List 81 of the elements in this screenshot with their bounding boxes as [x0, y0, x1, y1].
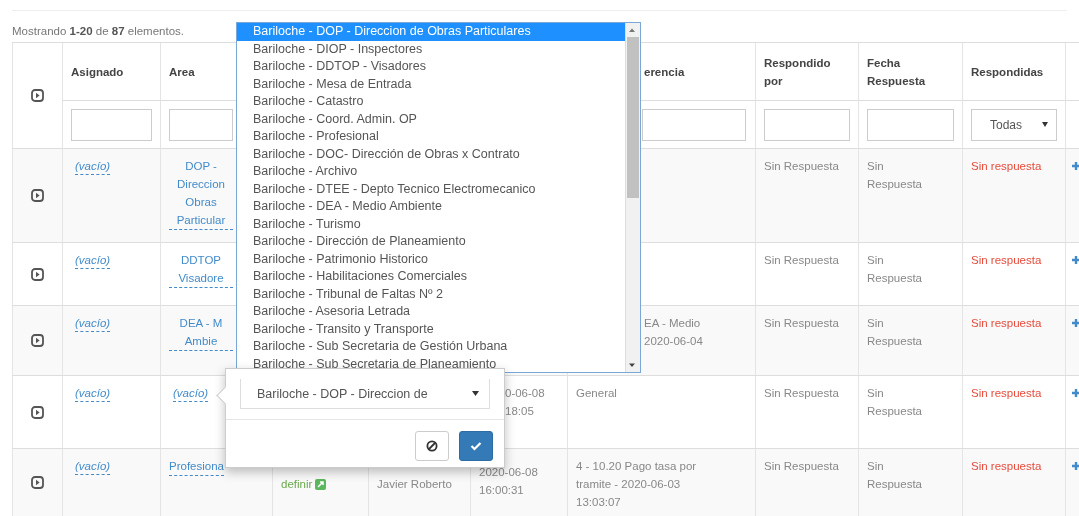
plus-icon[interactable] — [1072, 319, 1079, 327]
status-text: Sin respuesta — [971, 160, 1042, 172]
column-header: erencia — [644, 64, 685, 80]
cell-text: EA - Medio 2020-06-04 — [644, 316, 704, 349]
cell-text: Sin Respuesta — [764, 253, 840, 268]
expand-icon[interactable] — [31, 189, 44, 202]
dropdown-option[interactable]: Bariloche - Profesional — [237, 128, 625, 146]
expand-icon[interactable] — [31, 89, 44, 102]
filter-field[interactable] — [71, 108, 152, 141]
filter-field[interactable] — [764, 108, 850, 141]
plus-icon[interactable] — [1072, 389, 1079, 397]
area-link[interactable]: DDTOP Visadore — [169, 251, 233, 288]
dropdown-option[interactable]: Bariloche - Dirección de Planeamiento — [237, 233, 625, 251]
expand-icon[interactable] — [31, 405, 44, 419]
check-icon — [470, 440, 482, 451]
caret-icon — [1042, 122, 1048, 127]
empty-value-link[interactable]: (vacío) — [173, 386, 209, 402]
cell-text: Sin Respuesta — [764, 316, 840, 331]
area-link[interactable]: Profesiona — [169, 457, 224, 476]
column-header: Asignado — [71, 64, 124, 80]
filter-field[interactable] — [642, 108, 746, 141]
empty-value-link[interactable]: (vacío) — [75, 253, 111, 269]
dropdown-option[interactable]: Bariloche - DEA - Medio Ambiente — [237, 198, 625, 216]
area-select[interactable]: Bariloche - DOP - Direccion de — [240, 379, 490, 409]
cell-text: Sin Respuesta — [867, 459, 923, 492]
column-header: Respondido por — [764, 55, 832, 89]
plus-icon[interactable] — [1072, 162, 1079, 170]
cell-text: 0-06-08 18:05 — [505, 386, 546, 419]
expand-icon[interactable] — [31, 267, 44, 281]
dropdown-option[interactable]: Bariloche - DDTOP - Visadores — [237, 58, 625, 76]
dropdown-option[interactable]: Bariloche - DIOP - Inspectores — [237, 40, 625, 58]
expand-icon[interactable] — [31, 476, 44, 489]
expand-icon[interactable] — [31, 334, 44, 347]
cancel-icon — [426, 439, 438, 452]
status-text: Sin respuesta — [971, 254, 1042, 266]
dropdown-option[interactable]: Bariloche - Sub Secretaria de Gestión Urbana — [237, 338, 625, 356]
plus-icon[interactable] — [1072, 256, 1079, 264]
column-header: Fecha Respuesta — [867, 55, 927, 89]
cancel-button[interactable] — [415, 430, 449, 461]
filter-select[interactable]: Todas — [971, 108, 1057, 141]
cell-text: Sin Respuesta — [764, 159, 840, 174]
plus-icon[interactable] — [1072, 462, 1079, 470]
dropdown-option[interactable]: Bariloche - Turismo — [237, 215, 625, 233]
results-summary: Mostrando 1-20 de 87 elementos. — [12, 25, 184, 39]
empty-value-link[interactable]: (vacío) — [75, 386, 111, 402]
status-text: Sin respuesta — [971, 387, 1042, 399]
caret-icon — [472, 391, 479, 396]
column-header: Area — [169, 64, 195, 80]
scrollbar[interactable] — [625, 23, 640, 372]
empty-value-link[interactable]: (vacío) — [75, 459, 111, 475]
dropdown-option[interactable]: Bariloche - DTEE - Depto Tecnico Electromecanico — [237, 180, 625, 198]
dropdown-option[interactable]: Bariloche - Mesa de Entrada — [237, 75, 625, 93]
dropdown-option[interactable]: Bariloche - Sub Secretaria de Planeamiento — [237, 355, 625, 372]
cell-text: Sin Respuesta — [764, 459, 840, 474]
empty-value-link[interactable]: (vacío) — [75, 316, 111, 332]
dropdown-option[interactable]: Bariloche - Tribunal de Faltas Nº 2 — [237, 285, 625, 303]
dropdown-option[interactable]: Bariloche - Transito y Transporte — [237, 320, 625, 338]
status-text: Sin respuesta — [971, 317, 1042, 329]
dropdown-option[interactable]: Bariloche - Coord. Admin. OP — [237, 110, 625, 128]
edit-icon — [315, 478, 327, 490]
filter-field[interactable] — [867, 108, 954, 141]
cell-text: 2020-06-08 16:00:31 — [479, 465, 539, 498]
dropdown-option[interactable]: Bariloche - Asesoria Letrada — [237, 303, 625, 321]
cell-text: 4 - 10.20 Pago tasa por tramite - 2020-06-03 13:03:07 — [576, 459, 698, 510]
column-header: Respondidas — [971, 64, 1044, 80]
cell-text: Sin Respuesta — [867, 253, 923, 286]
dropdown-option[interactable]: Bariloche - Archivo — [237, 163, 625, 181]
dropdown-option[interactable]: Bariloche - Patrimonio Historico — [237, 250, 625, 268]
cell-text: General — [576, 386, 618, 401]
status-text: Sin respuesta — [971, 460, 1042, 472]
cell-text: Sin Respuesta — [867, 316, 923, 349]
cell-text: Javier Roberto — [377, 477, 453, 492]
cell-text: Sin Respuesta — [867, 386, 923, 419]
confirm-button[interactable] — [459, 430, 493, 461]
dropdown-option[interactable]: Bariloche - DOC- Dirección de Obras x Contrato — [237, 145, 625, 163]
dropdown-option[interactable]: Bariloche - Habilitaciones Comerciales — [237, 268, 625, 286]
dropdown-option[interactable]: Bariloche - Catastro — [237, 93, 625, 111]
filter-field[interactable] — [169, 108, 233, 141]
empty-value-link[interactable]: (vacío) — [75, 159, 111, 175]
cell-text: Sin Respuesta — [764, 386, 840, 401]
cell-text: Sin Respuesta — [867, 159, 923, 192]
